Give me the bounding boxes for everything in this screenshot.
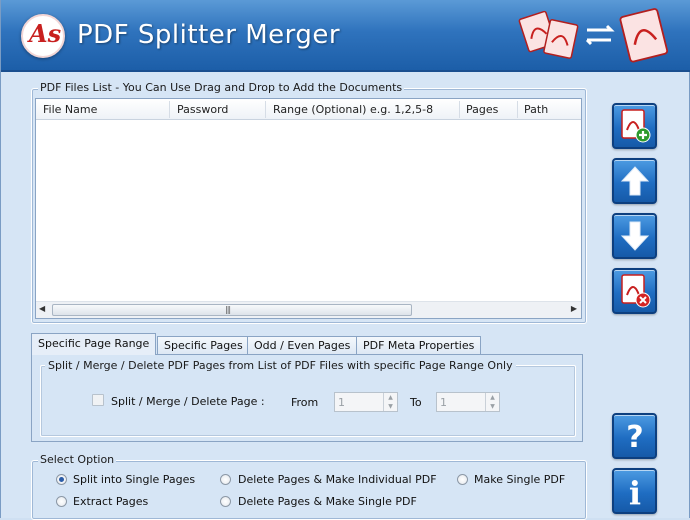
info-button[interactable]: i — [612, 468, 657, 514]
tab-panel-page-range: Split / Merge / Delete PDF Pages from Li… — [31, 354, 583, 442]
option-split-single-label[interactable]: Split into Single Pages — [73, 473, 195, 486]
pdf-files-legend: PDF Files List - You Can Use Drag and Dr… — [38, 81, 405, 94]
pdf-add-icon — [620, 109, 650, 143]
question-icon: ? — [626, 420, 643, 453]
scroll-left-icon[interactable]: ◀ — [39, 304, 45, 313]
scroll-right-icon[interactable]: ▶ — [571, 304, 577, 313]
pdf-files-list[interactable]: File Name Password Range (Optional) e.g.… — [35, 98, 582, 319]
radio-extract-pages[interactable] — [56, 496, 67, 507]
option-extract-pages-label[interactable]: Extract Pages — [73, 495, 148, 508]
info-icon: i — [628, 474, 640, 509]
from-label: From — [291, 396, 319, 409]
to-down-icon[interactable]: ▼ — [486, 402, 499, 411]
app-title: PDF Splitter Merger — [77, 20, 341, 50]
to-up-icon[interactable]: ▲ — [486, 393, 499, 402]
column-path[interactable]: Path — [524, 103, 548, 116]
from-page-stepper[interactable]: 1 ▲ ▼ — [334, 392, 398, 412]
from-down-icon[interactable]: ▼ — [384, 402, 397, 411]
horizontal-scrollbar[interactable]: ◀ ||| ▶ — [36, 301, 581, 318]
split-merge-delete-checkbox[interactable] — [92, 394, 104, 406]
tab-pdf-meta-properties[interactable]: PDF Meta Properties — [356, 336, 482, 354]
help-button[interactable]: ? — [612, 413, 657, 459]
to-label: To — [410, 396, 422, 409]
from-value: 1 — [338, 396, 345, 409]
to-page-stepper[interactable]: 1 ▲ ▼ — [436, 392, 500, 412]
radio-make-single[interactable] — [457, 474, 468, 485]
add-pdf-button[interactable] — [612, 103, 657, 149]
option-delete-individual-label[interactable]: Delete Pages & Make Individual PDF — [238, 473, 437, 486]
svg-text:i: i — [628, 474, 640, 509]
move-down-button[interactable] — [612, 213, 657, 259]
column-range[interactable]: Range (Optional) e.g. 1,2,5-8 — [273, 103, 433, 116]
column-file-name[interactable]: File Name — [43, 103, 97, 116]
svg-text:?: ? — [626, 420, 643, 453]
radio-split-single[interactable] — [56, 474, 67, 485]
move-up-button[interactable] — [612, 158, 657, 204]
list-header: File Name Password Range (Optional) e.g.… — [36, 99, 581, 120]
tab-specific-page-range[interactable]: Specific Page Range — [31, 333, 157, 355]
remove-pdf-button[interactable] — [612, 268, 657, 314]
tab-odd-even-pages[interactable]: Odd / Even Pages — [247, 336, 358, 354]
pdf-remove-icon — [620, 274, 650, 308]
radio-delete-single[interactable] — [220, 496, 231, 507]
header-banner: As PDF Splitter Merger — [1, 0, 690, 72]
option-delete-single-label[interactable]: Delete Pages & Make Single PDF — [238, 495, 417, 508]
checkbox-label: Split / Merge / Delete Page : — [111, 395, 265, 408]
radio-delete-individual[interactable] — [220, 474, 231, 485]
arrow-up-icon — [620, 166, 649, 196]
to-value: 1 — [440, 396, 447, 409]
app-logo: As — [21, 14, 65, 58]
arrow-down-icon — [620, 221, 649, 251]
column-password[interactable]: Password — [177, 103, 228, 116]
page-range-legend: Split / Merge / Delete PDF Pages from Li… — [45, 359, 516, 372]
logo-text: As — [29, 19, 62, 48]
app-window: As PDF Splitter Merger PDF Files List - … — [0, 0, 690, 520]
from-up-icon[interactable]: ▲ — [384, 393, 397, 402]
select-option-group: Select Option — [31, 453, 587, 520]
select-option-legend: Select Option — [38, 453, 117, 466]
scrollbar-thumb[interactable]: ||| — [52, 304, 412, 316]
tab-specific-pages[interactable]: Specific Pages — [157, 336, 250, 354]
page-range-group: Split / Merge / Delete PDF Pages from Li… — [40, 359, 576, 437]
column-pages[interactable]: Pages — [466, 103, 498, 116]
pdf-merge-illustration-icon — [518, 8, 669, 63]
option-make-single-label[interactable]: Make Single PDF — [474, 473, 565, 486]
